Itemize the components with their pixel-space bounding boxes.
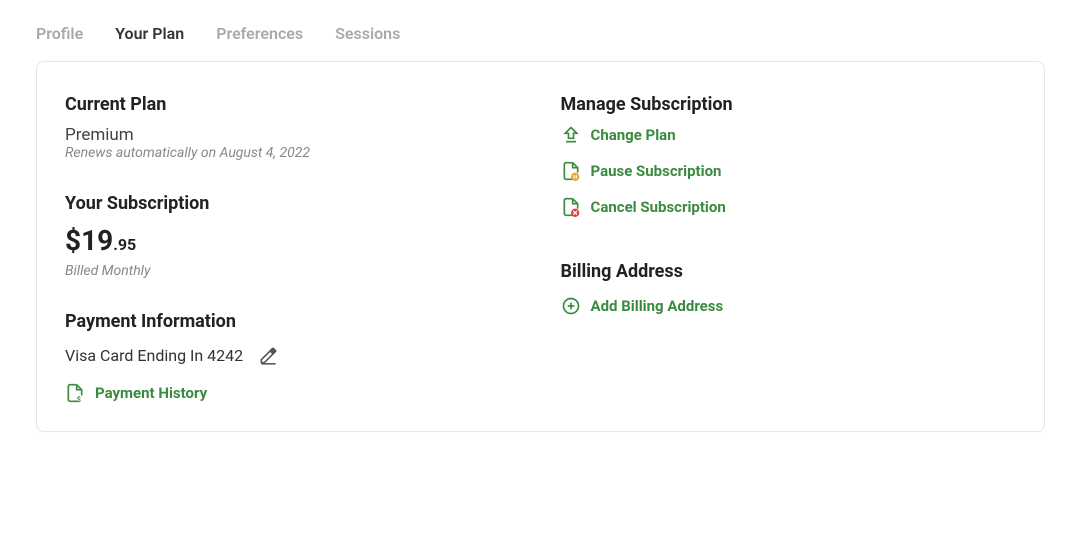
billing-section: Billing Address Add Billing Address xyxy=(561,261,1017,316)
add-billing-address-link[interactable]: Add Billing Address xyxy=(561,296,1017,316)
billing-cycle: Billed Monthly xyxy=(65,263,521,279)
current-plan-section: Current Plan Premium Renews automaticall… xyxy=(65,94,521,161)
payment-card-label: Visa Card Ending In 4242 xyxy=(65,346,243,365)
change-plan-link[interactable]: Change Plan xyxy=(561,125,1017,145)
price-cents: .95 xyxy=(113,235,136,254)
manage-heading: Manage Subscription xyxy=(561,94,1017,115)
tab-preferences[interactable]: Preferences xyxy=(216,24,303,43)
payment-history-label: Payment History xyxy=(95,384,207,402)
right-column: Manage Subscription Change Plan xyxy=(561,94,1017,403)
manage-section: Manage Subscription Change Plan xyxy=(561,94,1017,217)
left-column: Current Plan Premium Renews automaticall… xyxy=(65,94,521,403)
payment-heading: Payment Information xyxy=(65,311,521,332)
subscription-heading: Your Subscription xyxy=(65,193,521,214)
edit-payment-button[interactable] xyxy=(259,346,278,365)
document-cancel-icon xyxy=(561,197,581,217)
document-pause-icon xyxy=(561,161,581,181)
svg-text:$: $ xyxy=(77,395,81,403)
payment-history-link[interactable]: $ Payment History xyxy=(65,383,521,403)
tab-sessions[interactable]: Sessions xyxy=(335,24,400,43)
subscription-price: $19.95 xyxy=(65,224,521,257)
add-billing-address-label: Add Billing Address xyxy=(591,297,724,315)
plan-card: Current Plan Premium Renews automaticall… xyxy=(36,61,1045,432)
change-plan-label: Change Plan xyxy=(591,126,676,144)
current-plan-renewal: Renews automatically on August 4, 2022 xyxy=(65,145,521,161)
price-whole: $19 xyxy=(65,224,113,257)
upload-icon xyxy=(561,125,581,145)
cancel-subscription-link[interactable]: Cancel Subscription xyxy=(561,197,1017,217)
tab-profile[interactable]: Profile xyxy=(36,24,83,43)
pause-subscription-link[interactable]: Pause Subscription xyxy=(561,161,1017,181)
current-plan-name: Premium xyxy=(65,125,521,145)
document-money-icon: $ xyxy=(65,383,85,403)
current-plan-heading: Current Plan xyxy=(65,94,521,115)
subscription-section: Your Subscription $19.95 Billed Monthly xyxy=(65,193,521,279)
pencil-icon xyxy=(259,346,278,365)
tab-your-plan[interactable]: Your Plan xyxy=(115,24,184,43)
tab-bar: Profile Your Plan Preferences Sessions xyxy=(36,24,1045,61)
plus-circle-icon xyxy=(561,296,581,316)
billing-heading: Billing Address xyxy=(561,261,1017,282)
payment-section: Payment Information Visa Card Ending In … xyxy=(65,311,521,403)
cancel-subscription-label: Cancel Subscription xyxy=(591,198,726,216)
pause-subscription-label: Pause Subscription xyxy=(591,162,722,180)
